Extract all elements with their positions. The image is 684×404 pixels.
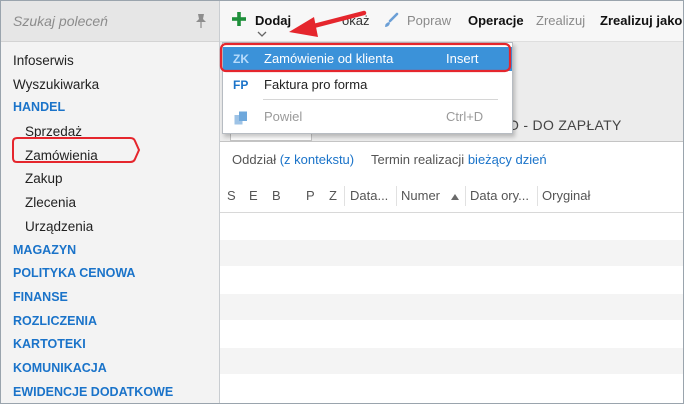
filter-due-link[interactable]: bieżący dzień <box>468 152 547 167</box>
col-header-p[interactable]: P <box>306 188 315 203</box>
sidebar-section-finanse[interactable]: FINANSE <box>1 286 219 310</box>
show-button[interactable]: okaż <box>342 13 369 28</box>
menu-item-shortcut: Insert <box>446 51 479 66</box>
chevron-down-icon[interactable] <box>257 31 267 37</box>
col-separator[interactable] <box>537 186 538 206</box>
col-header-original[interactable]: Oryginał <box>542 188 590 203</box>
col-header-original-date[interactable]: Data ory... <box>470 188 529 203</box>
table-row[interactable] <box>220 348 683 375</box>
menu-item-label: Powiel <box>264 109 303 124</box>
col-header-b[interactable]: B <box>272 188 281 203</box>
menu-item-abbr: ZK <box>233 52 249 66</box>
sidebar-section-magazyn[interactable]: MAGAZYN <box>1 239 219 263</box>
grid-header: S E B P Z Data... Numer Data ory... Oryg… <box>220 180 683 213</box>
filter-due: Termin realizacji bieżący dzień <box>371 152 547 167</box>
sidebar-item-zlecenia[interactable]: Zlecenia <box>1 191 219 215</box>
col-header-number[interactable]: Numer <box>401 188 440 203</box>
col-header-z[interactable]: Z <box>329 188 337 203</box>
copy-icon <box>234 111 247 125</box>
search-box[interactable]: Szukaj poleceń <box>1 1 219 42</box>
sidebar-section-ewidencje-dodatkowe[interactable]: EWIDENCJE DODATKOWE <box>1 381 219 404</box>
filter-due-label: Termin realizacji <box>371 152 465 167</box>
operations-button[interactable]: Operacje <box>468 13 524 28</box>
sidebar: Szukaj poleceń Infoserwis Wyszukiwarka H… <box>1 1 220 403</box>
sidebar-item-infoserwis[interactable]: Infoserwis <box>1 49 219 73</box>
sort-ascending-icon <box>451 194 459 200</box>
filter-branch: Oddział (z kontekstu) <box>232 152 354 167</box>
table-row[interactable] <box>220 321 683 348</box>
add-dropdown-menu: ZK Zamówienie od klienta Insert FP Faktu… <box>222 42 513 134</box>
pin-icon[interactable] <box>194 13 208 29</box>
col-header-e[interactable]: E <box>249 188 258 203</box>
sidebar-item-wyszukiwarka[interactable]: Wyszukiwarka <box>1 73 219 97</box>
table-row[interactable] <box>220 294 683 321</box>
table-row[interactable] <box>220 375 683 402</box>
table-row[interactable] <box>220 267 683 294</box>
search-input[interactable]: Szukaj poleceń <box>13 13 108 29</box>
table-row[interactable] <box>220 213 683 240</box>
menu-separator <box>263 99 498 100</box>
execute-button[interactable]: Zrealizuj <box>536 13 585 28</box>
col-separator[interactable] <box>344 186 345 206</box>
execute-as-button[interactable]: Zrealizuj jako <box>600 13 682 28</box>
menu-item-label: Faktura pro forma <box>264 77 368 92</box>
sidebar-section-komunikacja[interactable]: KOMUNIKACJA <box>1 357 219 381</box>
sidebar-item-urzadzenia[interactable]: Urządzenia <box>1 215 219 239</box>
sidebar-item-zakup[interactable]: Zakup <box>1 167 219 191</box>
filter-branch-link[interactable]: (z kontekstu) <box>280 152 354 167</box>
menu-item-customer-order[interactable]: ZK Zamówienie od klienta Insert <box>223 47 512 71</box>
menu-item-duplicate[interactable]: Powiel Ctrl+D <box>223 105 512 129</box>
sidebar-item-zamowienia[interactable]: Zamówienia <box>1 144 219 168</box>
col-separator[interactable] <box>396 186 397 206</box>
edit-button[interactable]: Popraw <box>407 13 451 28</box>
menu-item-abbr: FP <box>233 78 249 92</box>
sidebar-item-sprzedaz[interactable]: Sprzedaż <box>1 120 219 144</box>
brush-icon[interactable] <box>383 12 399 28</box>
col-separator[interactable] <box>465 186 466 206</box>
col-header-s[interactable]: S <box>227 188 236 203</box>
col-header-date[interactable]: Data... <box>350 188 388 203</box>
nav-menu: Infoserwis Wyszukiwarka HANDEL Sprzedaż … <box>1 49 219 404</box>
add-button[interactable]: Dodaj <box>255 13 291 28</box>
menu-item-proforma-invoice[interactable]: FP Faktura pro forma <box>223 73 512 97</box>
toolbar: Dodaj okaż Popraw Operacje Zrealizuj Zre… <box>220 1 683 42</box>
sidebar-section-kartoteki[interactable]: KARTOTEKI <box>1 333 219 357</box>
sidebar-section-handel[interactable]: HANDEL <box>1 96 219 120</box>
table-row[interactable] <box>220 240 683 267</box>
menu-item-shortcut: Ctrl+D <box>446 109 484 124</box>
plus-icon[interactable] <box>232 12 246 26</box>
sidebar-section-polityka-cenowa[interactable]: POLITYKA CENOWA <box>1 262 219 286</box>
menu-item-label: Zamówienie od klienta <box>264 51 394 66</box>
grid-body <box>220 213 683 403</box>
sidebar-section-rozliczenia[interactable]: ROZLICZENIA <box>1 310 219 334</box>
filter-branch-label: Oddział <box>232 152 277 167</box>
filter-bar: Oddział (z kontekstu) Termin realizacji … <box>220 142 683 180</box>
tab-title[interactable]: O - DO ZAPŁATY <box>508 117 622 133</box>
